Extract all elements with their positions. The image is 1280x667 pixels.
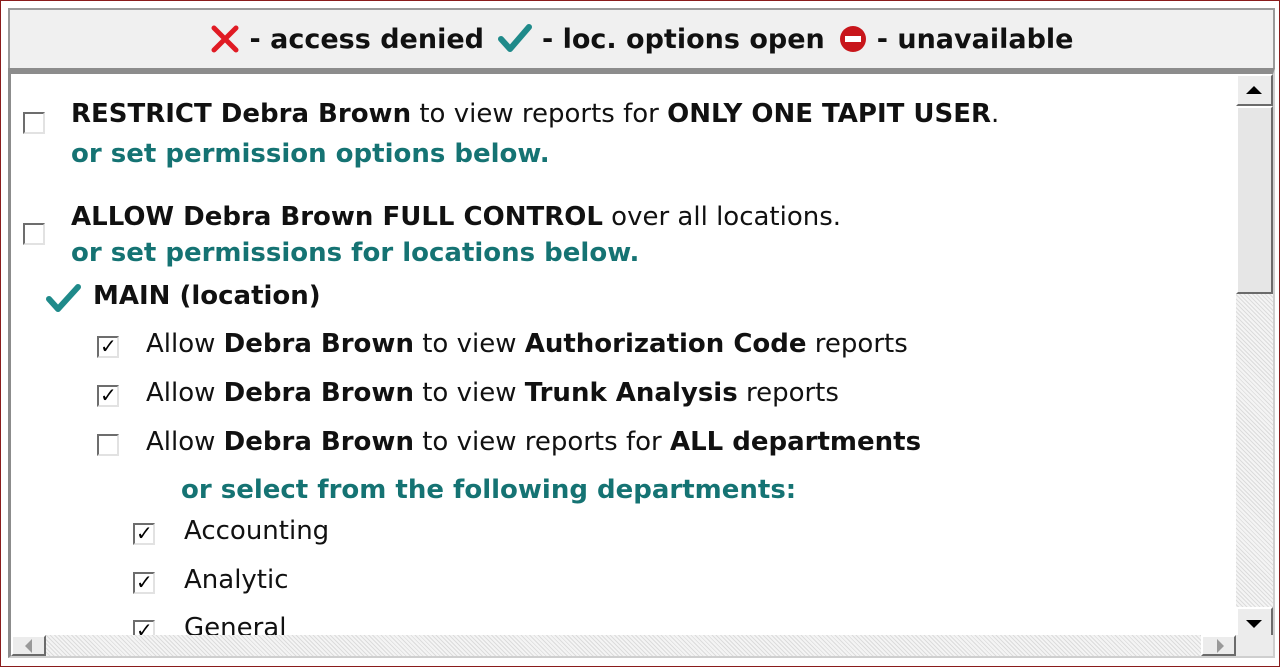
restrict-alt-text: or set permission options below. (71, 139, 550, 169)
perm-post: reports (737, 378, 839, 408)
arrow-down-icon (1246, 620, 1262, 628)
perm-mid: to view reports for (413, 427, 670, 457)
permission-label-all-departments: Allow Debra Brown to view reports for AL… (146, 427, 921, 457)
vertical-scroll-thumb[interactable] (1236, 106, 1273, 294)
arrow-left-icon (25, 639, 32, 653)
perm-user: Debra Brown (223, 329, 414, 359)
full-control-checkbox[interactable] (23, 223, 45, 245)
perm-user: Debra Brown (223, 378, 414, 408)
scrollbar-corner (1236, 635, 1273, 656)
legend-open: - loc. options open (497, 23, 825, 55)
perm-user: Debra Brown (223, 427, 414, 457)
department-prompt: or select from the following departments… (181, 475, 797, 505)
checkbox-check-mark: ✓ (136, 521, 153, 545)
arrow-right-icon (1217, 639, 1224, 653)
permissions-panel[interactable]: RESTRICT Debra Brown to view reports for… (8, 68, 1275, 658)
scroll-right-button[interactable] (1201, 635, 1236, 656)
legend-denied-text: - access denied (249, 23, 484, 55)
perm-mid: to view (413, 378, 525, 408)
perm-post: reports (806, 329, 908, 359)
restrict-end: . (991, 99, 1000, 129)
perm-pre: Allow (146, 378, 224, 408)
department-checkbox-analytic[interactable]: ✓ (133, 570, 155, 594)
checkmark-icon[interactable] (46, 284, 82, 314)
perm-target: ALL departments (669, 427, 922, 457)
restrict-middle: to view reports for (411, 99, 668, 129)
location-name[interactable]: MAIN (location) (93, 281, 321, 311)
restrict-bold-suffix: ONLY ONE TAPIT USER (667, 99, 992, 129)
perm-target: Authorization Code (524, 329, 807, 359)
restrict-label: RESTRICT Debra Brown to view reports for… (71, 99, 999, 129)
x-icon (211, 25, 239, 53)
legend-unavailable-text: - unavailable (876, 23, 1074, 55)
department-label-analytic: Analytic (184, 565, 289, 595)
permission-label-trunk-analysis: Allow Debra Brown to view Trunk Analysis… (146, 378, 839, 408)
checkmark-icon (497, 24, 532, 52)
department-checkbox-accounting[interactable]: ✓ (133, 521, 155, 545)
checkbox-check-mark: ✓ (100, 383, 117, 407)
full-control-bold: ALLOW Debra Brown FULL CONTROL (71, 202, 603, 232)
perm-pre: Allow (146, 329, 224, 359)
perm-mid: to view (413, 329, 525, 359)
full-control-middle: over all locations. (602, 202, 842, 232)
horizontal-scrollbar[interactable] (11, 635, 1236, 656)
department-label-accounting: Accounting (184, 516, 330, 546)
full-control-alt-text: or set permissions for locations below. (71, 238, 640, 268)
legend-unavailable: - unavailable (839, 23, 1074, 55)
perm-pre: Allow (146, 427, 224, 457)
restrict-bold-prefix: RESTRICT Debra Brown (71, 99, 412, 129)
permission-checkbox-auth-code[interactable]: ✓ (97, 334, 119, 358)
perm-target: Trunk Analysis (524, 378, 738, 408)
no-entry-icon (839, 26, 866, 52)
scroll-up-button[interactable] (1236, 74, 1273, 106)
permission-checkbox-all-departments[interactable] (97, 434, 119, 456)
checkbox-check-mark: ✓ (100, 334, 117, 358)
restrict-checkbox[interactable] (23, 112, 45, 134)
arrow-up-icon (1246, 86, 1262, 94)
permission-checkbox-trunk-analysis[interactable]: ✓ (97, 383, 119, 407)
scroll-left-button[interactable] (11, 635, 46, 656)
legend-open-text: - loc. options open (541, 23, 825, 55)
full-control-label: ALLOW Debra Brown FULL CONTROL over all … (71, 202, 841, 232)
vertical-scrollbar[interactable] (1236, 74, 1273, 639)
permissions-content: RESTRICT Debra Brown to view reports for… (11, 74, 1236, 639)
permission-label-auth-code: Allow Debra Brown to view Authorization … (146, 329, 908, 359)
status-legend: - access denied - loc. options open - un… (8, 8, 1275, 68)
legend-denied: - access denied (210, 24, 484, 55)
checkbox-check-mark: ✓ (136, 570, 153, 594)
